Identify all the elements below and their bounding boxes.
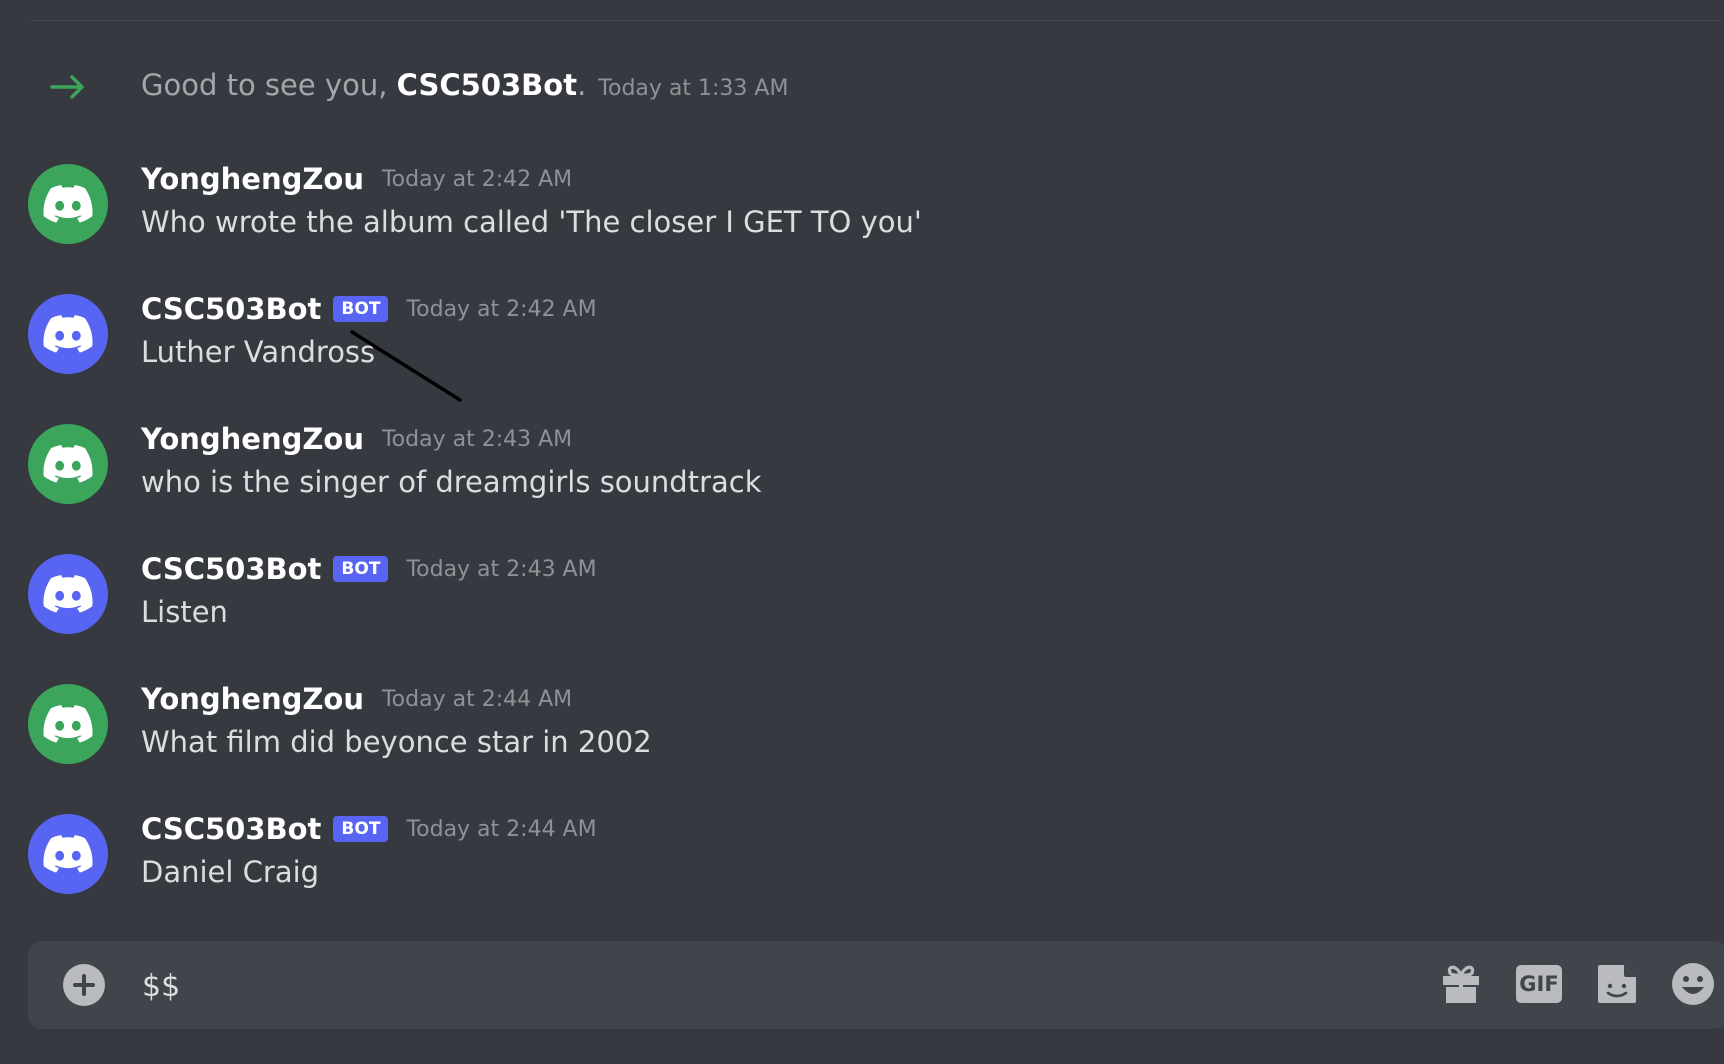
message: YonghengZou Today at 2:42 AM Who wrote t… [0, 162, 1724, 264]
top-divider [28, 20, 1724, 21]
discord-logo-icon [43, 445, 93, 483]
sticker-icon [1598, 965, 1636, 1003]
join-text: Good to see you, CSC503Bot. Today at 1:33… [141, 68, 788, 102]
message-text: What film did beyonce star in 2002 [141, 725, 652, 759]
username[interactable]: CSC503Bot [141, 552, 321, 586]
message-header: YonghengZou Today at 2:43 AM [141, 422, 572, 456]
message-text: who is the singer of dreamgirls soundtra… [141, 465, 762, 499]
message-header: CSC503Bot BOT Today at 2:43 AM [141, 552, 597, 586]
discord-logo-icon [43, 315, 93, 353]
message-text: Daniel Craig [141, 855, 320, 889]
discord-logo-icon [43, 705, 93, 743]
message-timestamp: Today at 2:44 AM [406, 816, 597, 842]
message-timestamp: Today at 2:44 AM [381, 686, 573, 712]
message-timestamp: Today at 2:42 AM [406, 296, 597, 322]
message: CSC503Bot BOT Today at 2:42 AM Luther Va… [0, 292, 1724, 394]
message-header: YonghengZou Today at 2:42 AM [141, 162, 572, 196]
message-timestamp: Today at 2:42 AM [381, 166, 573, 192]
gift-button[interactable] [1438, 961, 1484, 1007]
message: YonghengZou Today at 2:43 AM who is the … [0, 422, 1724, 524]
username[interactable]: CSC503Bot [141, 292, 321, 326]
avatar[interactable] [28, 554, 108, 634]
message-input[interactable] [140, 963, 1394, 1009]
discord-logo-icon [43, 575, 93, 613]
emoji-icon [1672, 963, 1714, 1005]
message: CSC503Bot BOT Today at 2:43 AM Listen [0, 552, 1724, 654]
username[interactable]: YonghengZou [141, 422, 364, 456]
message-composer: GIF [28, 941, 1724, 1029]
avatar[interactable] [28, 294, 108, 374]
join-suffix: . [577, 68, 587, 102]
emoji-button[interactable] [1670, 961, 1716, 1007]
avatar[interactable] [28, 684, 108, 764]
sticker-button[interactable] [1594, 961, 1640, 1007]
add-attachment-button[interactable] [63, 964, 105, 1006]
join-username[interactable]: CSC503Bot [397, 68, 577, 102]
gif-button[interactable]: GIF [1516, 961, 1562, 1007]
plus-icon [73, 974, 95, 996]
message-text: Listen [141, 595, 228, 629]
discord-logo-icon [43, 835, 93, 873]
message-timestamp: Today at 2:43 AM [406, 556, 597, 582]
annotation-stroke [350, 330, 462, 402]
join-prefix: Good to see you, [141, 68, 397, 102]
username[interactable]: CSC503Bot [141, 812, 321, 846]
gift-icon [1443, 965, 1479, 1003]
username[interactable]: YonghengZou [141, 682, 364, 716]
message-text: Luther Vandross [141, 335, 376, 369]
chat-view: Good to see you, CSC503Bot. Today at 1:33… [0, 0, 1724, 1064]
message-header: CSC503Bot BOT Today at 2:44 AM [141, 812, 597, 846]
message-timestamp: Today at 2:43 AM [381, 426, 573, 452]
gif-icon: GIF [1516, 965, 1562, 1003]
message: CSC503Bot BOT Today at 2:44 AM Daniel Cr… [0, 812, 1724, 914]
message-text: Who wrote the album called 'The closer I… [141, 205, 922, 239]
avatar[interactable] [28, 164, 108, 244]
avatar[interactable] [28, 814, 108, 894]
join-message: Good to see you, CSC503Bot. Today at 1:33… [0, 62, 1724, 112]
bot-badge: BOT [333, 556, 389, 582]
discord-logo-icon [43, 185, 93, 223]
bot-badge: BOT [333, 296, 389, 322]
message-header: CSC503Bot BOT Today at 2:42 AM [141, 292, 597, 326]
username[interactable]: YonghengZou [141, 162, 364, 196]
join-timestamp: Today at 1:33 AM [598, 76, 789, 101]
avatar[interactable] [28, 424, 108, 504]
message-header: YonghengZou Today at 2:44 AM [141, 682, 572, 716]
bot-badge: BOT [333, 816, 389, 842]
message: YonghengZou Today at 2:44 AM What film d… [0, 682, 1724, 784]
arrow-right-icon [50, 75, 84, 99]
